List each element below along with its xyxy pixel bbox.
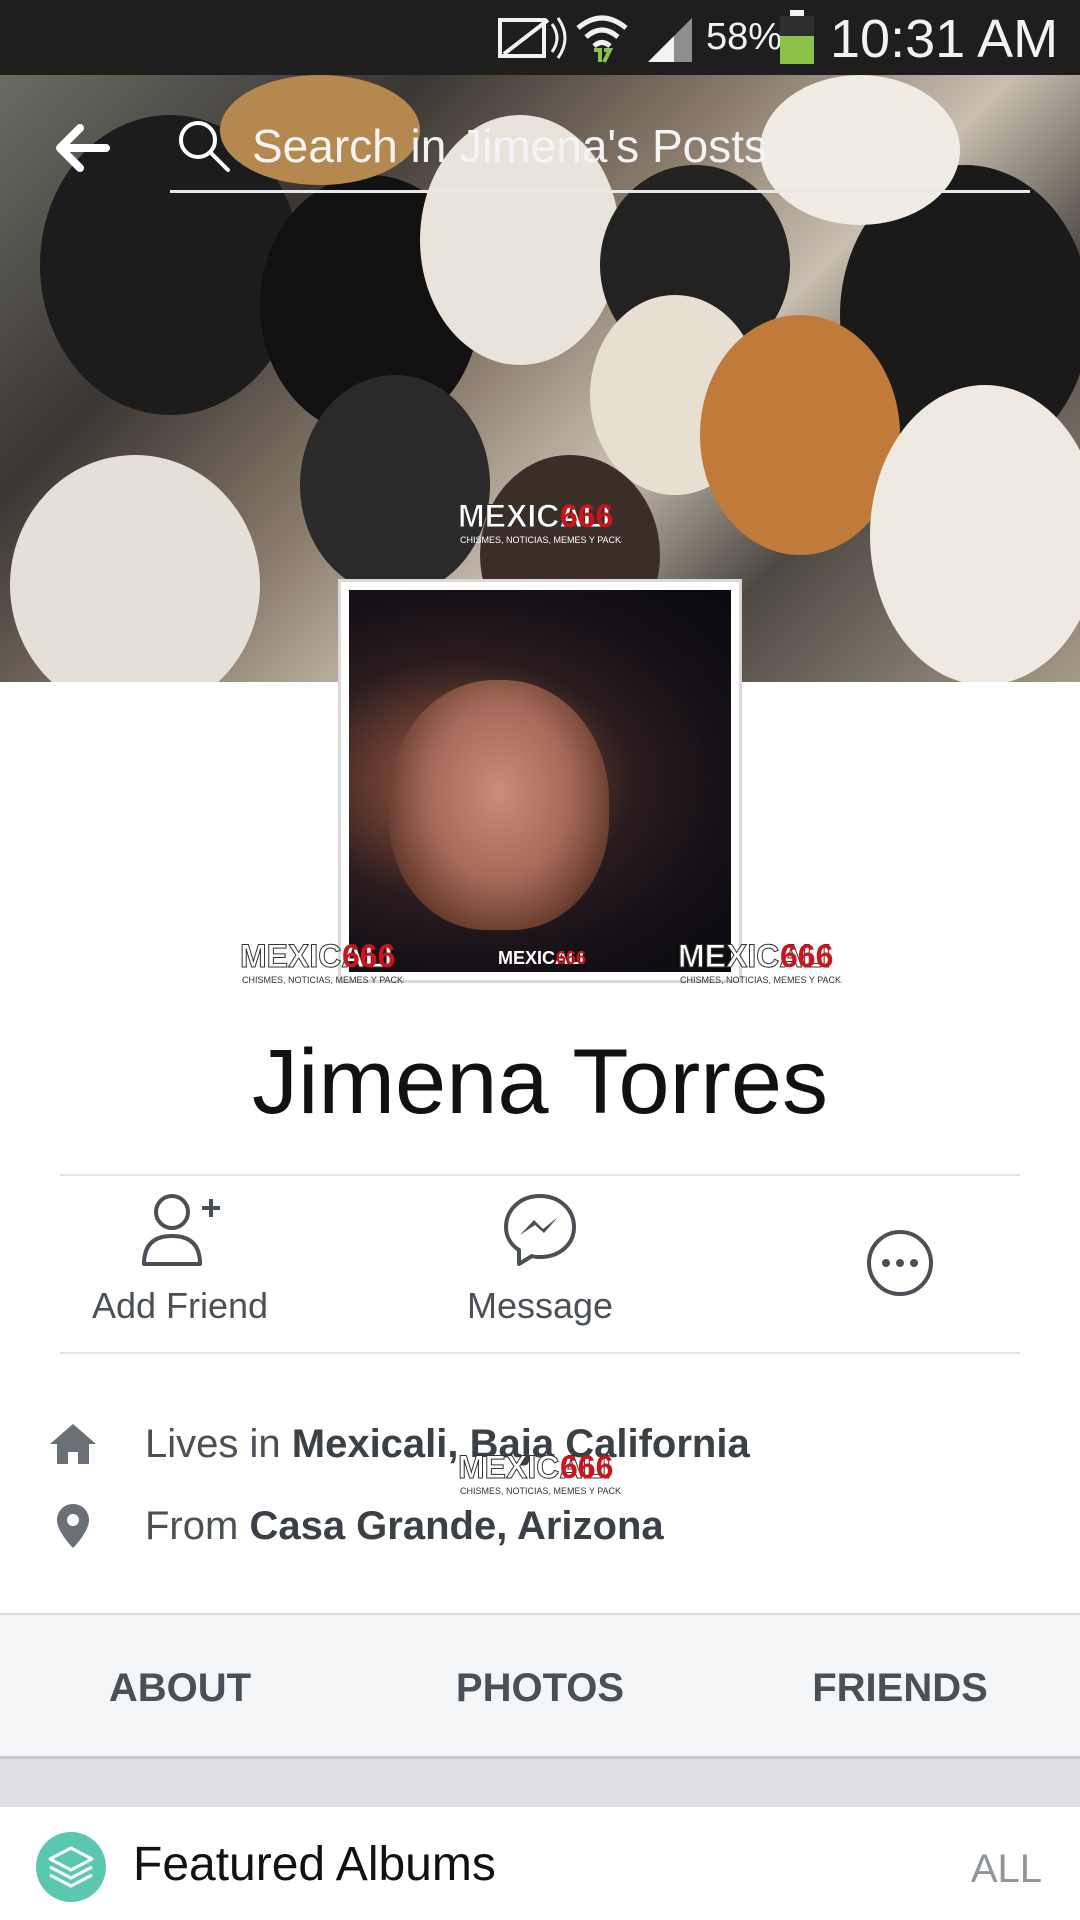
cover-dog xyxy=(10,455,260,682)
watermark-logo: MEXICALI 666 xyxy=(498,948,586,968)
battery-icon xyxy=(780,10,814,64)
more-icon xyxy=(867,1230,933,1296)
add-friend-label: Add Friend xyxy=(91,1285,269,1326)
watermark-logo: MEXICALI 666 CHISMES, NOTICIAS, MEMES Y … xyxy=(678,938,842,986)
status-bar: 58% 10:31 AM xyxy=(0,0,1080,75)
more-button[interactable] xyxy=(750,1228,1050,1303)
see-all-button[interactable]: ALL xyxy=(971,1847,1042,1892)
profile-picture-frame[interactable] xyxy=(338,579,742,983)
profile-name: Jimena Torres xyxy=(251,1031,829,1133)
svg-text:666: 666 xyxy=(560,1449,613,1485)
cover-dog xyxy=(300,375,490,595)
location-pin-icon xyxy=(57,1504,89,1548)
featured-albums-title: Featured Albums xyxy=(133,1838,496,1891)
wifi-icon xyxy=(576,15,628,63)
featured-albums-section: Featured Albums ALL xyxy=(0,1807,1080,1920)
from-value[interactable]: Casa Grande, Arizona xyxy=(249,1504,663,1548)
add-friend-icon xyxy=(142,1194,220,1266)
battery-percent: 58% xyxy=(706,16,783,58)
tab-friends[interactable]: FRIENDS xyxy=(720,1615,1080,1761)
divider xyxy=(60,1352,1020,1354)
svg-text:666: 666 xyxy=(560,498,613,534)
svg-text:CHISMES, NOTICIAS, MEMES Y PAC: CHISMES, NOTICIAS, MEMES Y PACKS xyxy=(242,975,404,985)
profile-tabs: ABOUT PHOTOS FRIENDS xyxy=(0,1613,1080,1759)
mute-icon xyxy=(498,17,567,59)
message-button[interactable]: Message xyxy=(390,1190,690,1327)
svg-text:666: 666 xyxy=(342,938,395,974)
svg-text:666: 666 xyxy=(780,938,833,974)
watermark-logo: MEXICALI 666 CHISMES, NOTICIAS, MEMES Y … xyxy=(458,498,622,546)
albums-icon xyxy=(36,1832,106,1902)
from-prefix: From xyxy=(145,1504,250,1548)
profile-picture[interactable] xyxy=(349,590,731,972)
signal-icon xyxy=(648,18,692,62)
watermark-logo: MEXICALI 666 CHISMES, NOTICIAS, MEMES Y … xyxy=(458,1449,622,1497)
svg-text:CHISMES, NOTICIAS, MEMES Y PAC: CHISMES, NOTICIAS, MEMES Y PACKS xyxy=(680,975,842,985)
cover-dog xyxy=(870,385,1080,682)
svg-text:CHISMES, NOTICIAS, MEMES Y PAC: CHISMES, NOTICIAS, MEMES Y PACKS xyxy=(460,535,622,545)
watermark-logo: MEXICALI 666 CHISMES, NOTICIAS, MEMES Y … xyxy=(240,938,404,986)
info-from: From Casa Grande, Arizona xyxy=(0,1498,1080,1558)
profile-face xyxy=(389,680,609,930)
tab-about[interactable]: ABOUT xyxy=(0,1615,360,1761)
tab-photos[interactable]: PHOTOS xyxy=(360,1615,720,1761)
message-label: Message xyxy=(466,1285,614,1326)
home-icon xyxy=(50,1424,96,1464)
search-icon[interactable] xyxy=(176,118,232,174)
svg-text:CHISMES, NOTICIAS, MEMES Y PAC: CHISMES, NOTICIAS, MEMES Y PACKS xyxy=(460,1486,622,1496)
search-input[interactable] xyxy=(252,116,1012,176)
svg-text:666: 666 xyxy=(556,948,586,968)
back-arrow-icon[interactable] xyxy=(52,120,116,176)
divider xyxy=(60,1174,1020,1176)
section-separator xyxy=(0,1759,1080,1807)
add-friend-button[interactable]: Add Friend xyxy=(30,1190,330,1327)
search-underline xyxy=(170,190,1030,193)
lives-prefix: Lives in xyxy=(145,1422,292,1466)
messenger-icon xyxy=(504,1194,576,1266)
clock: 10:31 AM xyxy=(830,9,1059,69)
